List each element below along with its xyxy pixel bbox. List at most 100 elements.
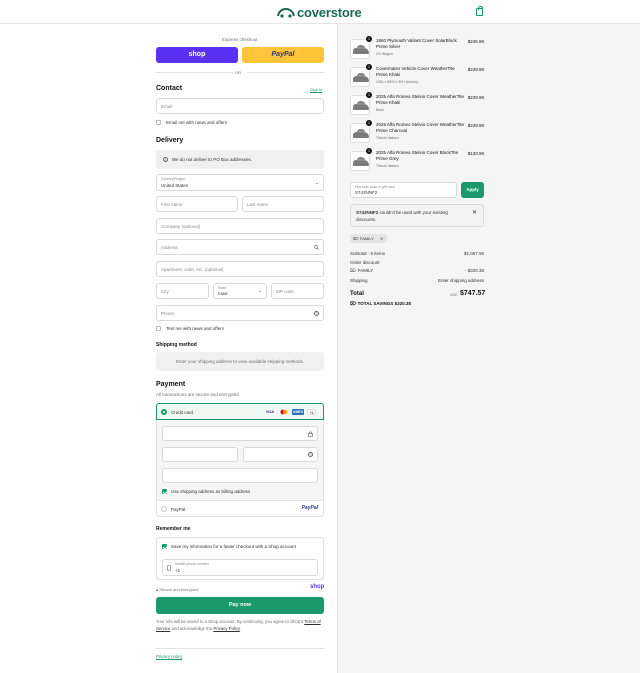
state-select[interactable]: State Iowa ⌄ [213,283,267,299]
more-cards-badge: +3 [307,409,316,415]
product-thumbnail [350,123,370,143]
apartment-field[interactable]: Apartment, suite, etc. (optional) [156,261,324,277]
city-placeholder: City [161,289,169,294]
zip-field[interactable]: ZIP code [271,283,324,299]
credit-card-label: Credit card [171,410,194,415]
legal-line-1: Your info will be saved to a Shop accoun… [156,619,304,624]
text-news-checkbox[interactable] [156,326,161,331]
credit-card-option[interactable]: Credit card VISA AMEX +3 [156,403,324,420]
secure-encrypted-label: 🔒︎ Secure and encrypted [156,587,198,592]
card-number-field[interactable] [162,426,318,441]
product-thumbnail [350,67,370,87]
product-thumbnail [350,95,370,115]
help-icon[interactable]: ? [308,452,313,457]
contact-title: Contact [156,85,183,92]
car-cover-image [353,45,369,54]
quantity-badge: 1 [366,120,372,126]
save-info-checkbox[interactable] [162,544,167,549]
address-placeholder: Address [161,245,178,250]
legal-end: . [239,625,241,631]
name-on-card-field[interactable] [162,468,318,483]
logo[interactable]: coverstore [277,5,362,20]
discount-value: S743NNF2 [355,190,378,195]
discount-error: S743NNF2 couldn't be used with your exis… [350,204,484,227]
po-box-notice: i We do not deliver to PO Box addresses. [156,150,324,169]
security-code-field[interactable]: ? [243,447,318,462]
brand-name: coverstore [297,5,362,20]
paypal-button[interactable]: PayPal [242,47,324,63]
tag-icon: ⌦ [350,268,357,273]
credit-card-radio[interactable] [161,409,167,415]
subtotal-value: $1,067.95 [463,251,484,256]
discount-error-text: S743NNF2 couldn't be used with your exis… [356,210,466,223]
discount-label: Discount code or gift card [355,185,395,189]
apply-button[interactable]: Apply [461,182,484,198]
family-discount-value: - $320.38 [464,268,484,273]
item-variant: 106L x 66W x 50H (inches) [376,80,419,84]
paypal-option[interactable]: PayPal PayPal [156,501,324,517]
phone-field[interactable]: Phone ? [156,305,324,321]
city-field[interactable]: City [156,283,209,299]
car-cover-image [353,157,369,166]
total-value: $747.57 [460,290,486,297]
last-name-placeholder: Last name [247,202,269,207]
tag-icon: ⌦ [353,236,359,241]
paypal-logo: PayPal [301,505,318,511]
first-name-field[interactable]: First name [156,196,238,212]
total-savings-row: ⌦ TOTAL SAVINGS $320.38 [350,301,411,307]
currency-label: USD [450,293,458,297]
item-price: $228.99 [467,95,484,100]
help-icon[interactable]: ? [314,311,319,316]
product-thumbnail [350,151,370,171]
shipping-label: Shipping [350,278,368,283]
privacy-policy-footer-link[interactable]: Privacy policy [156,654,182,659]
secure-encrypted-text: Secure and encrypted [159,587,199,592]
email-news-label: Email me with news and offers [166,120,227,125]
legal-mid: and acknowledge the [171,625,213,631]
shop-pay-button[interactable]: shop [156,47,238,63]
item-variant: Base [376,108,384,112]
state-value: Iowa [218,291,228,296]
remove-discount-icon[interactable]: ✕ [380,236,383,241]
mobile-phone-icon [167,565,171,571]
product-thumbnail [350,39,370,59]
privacy-policy-link[interactable]: Privacy Policy [213,626,239,631]
family-discount-row: ⌦ FAMILY [350,268,373,274]
quantity-badge: 1 [366,64,372,70]
discount-code-field[interactable]: Discount code or gift card S743NNF2 [350,182,457,198]
item-variant: Tributo Italiano [376,164,400,168]
footer-divider [156,648,324,649]
order-discount-label: Order discount [350,260,380,265]
billing-same-checkbox[interactable] [162,489,167,494]
company-field[interactable]: Company (optional) [156,218,324,234]
save-info-label: Save my information for a faster checkou… [171,544,296,549]
divider [247,72,324,73]
country-select[interactable]: Country/Region United States ⌄ [156,174,324,191]
mobile-phone-field[interactable]: Mobile phone number +1 [162,559,318,576]
email-field[interactable]: Email [156,98,324,114]
item-price: $228.99 [467,67,484,72]
shopping-bag-icon[interactable] [476,6,483,16]
country-value: United States [161,183,189,188]
payment-title: Payment [156,381,186,388]
email-news-checkbox[interactable] [156,120,161,125]
expiration-field[interactable] [162,447,238,462]
remember-me-title: Remember me [156,526,191,532]
text-news-label: Text me with news and offers [166,326,224,331]
tag-icon: ⌦ [350,301,357,306]
discount-error-code: S743NNF2 [356,210,379,215]
address-field[interactable]: Address [156,239,324,255]
mobile-value: +1 [175,568,181,573]
discount-chip-label: FAMILY [360,236,374,241]
pay-now-button[interactable]: Pay now [156,597,324,614]
credit-card-form: ? Use shipping address as billing addres… [156,420,324,501]
item-price: $228.99 [467,123,484,128]
close-icon[interactable]: ✕ [472,209,477,216]
quantity-badge: 1 [366,36,372,42]
sign-in-link[interactable]: Sign in [310,87,322,92]
legal-text: Your info will be saved to a Shop accoun… [156,619,324,632]
phone-placeholder: Phone [161,311,175,316]
paypal-radio[interactable] [161,506,167,512]
mastercard-icon [279,409,289,415]
last-name-field[interactable]: Last name [242,196,324,212]
